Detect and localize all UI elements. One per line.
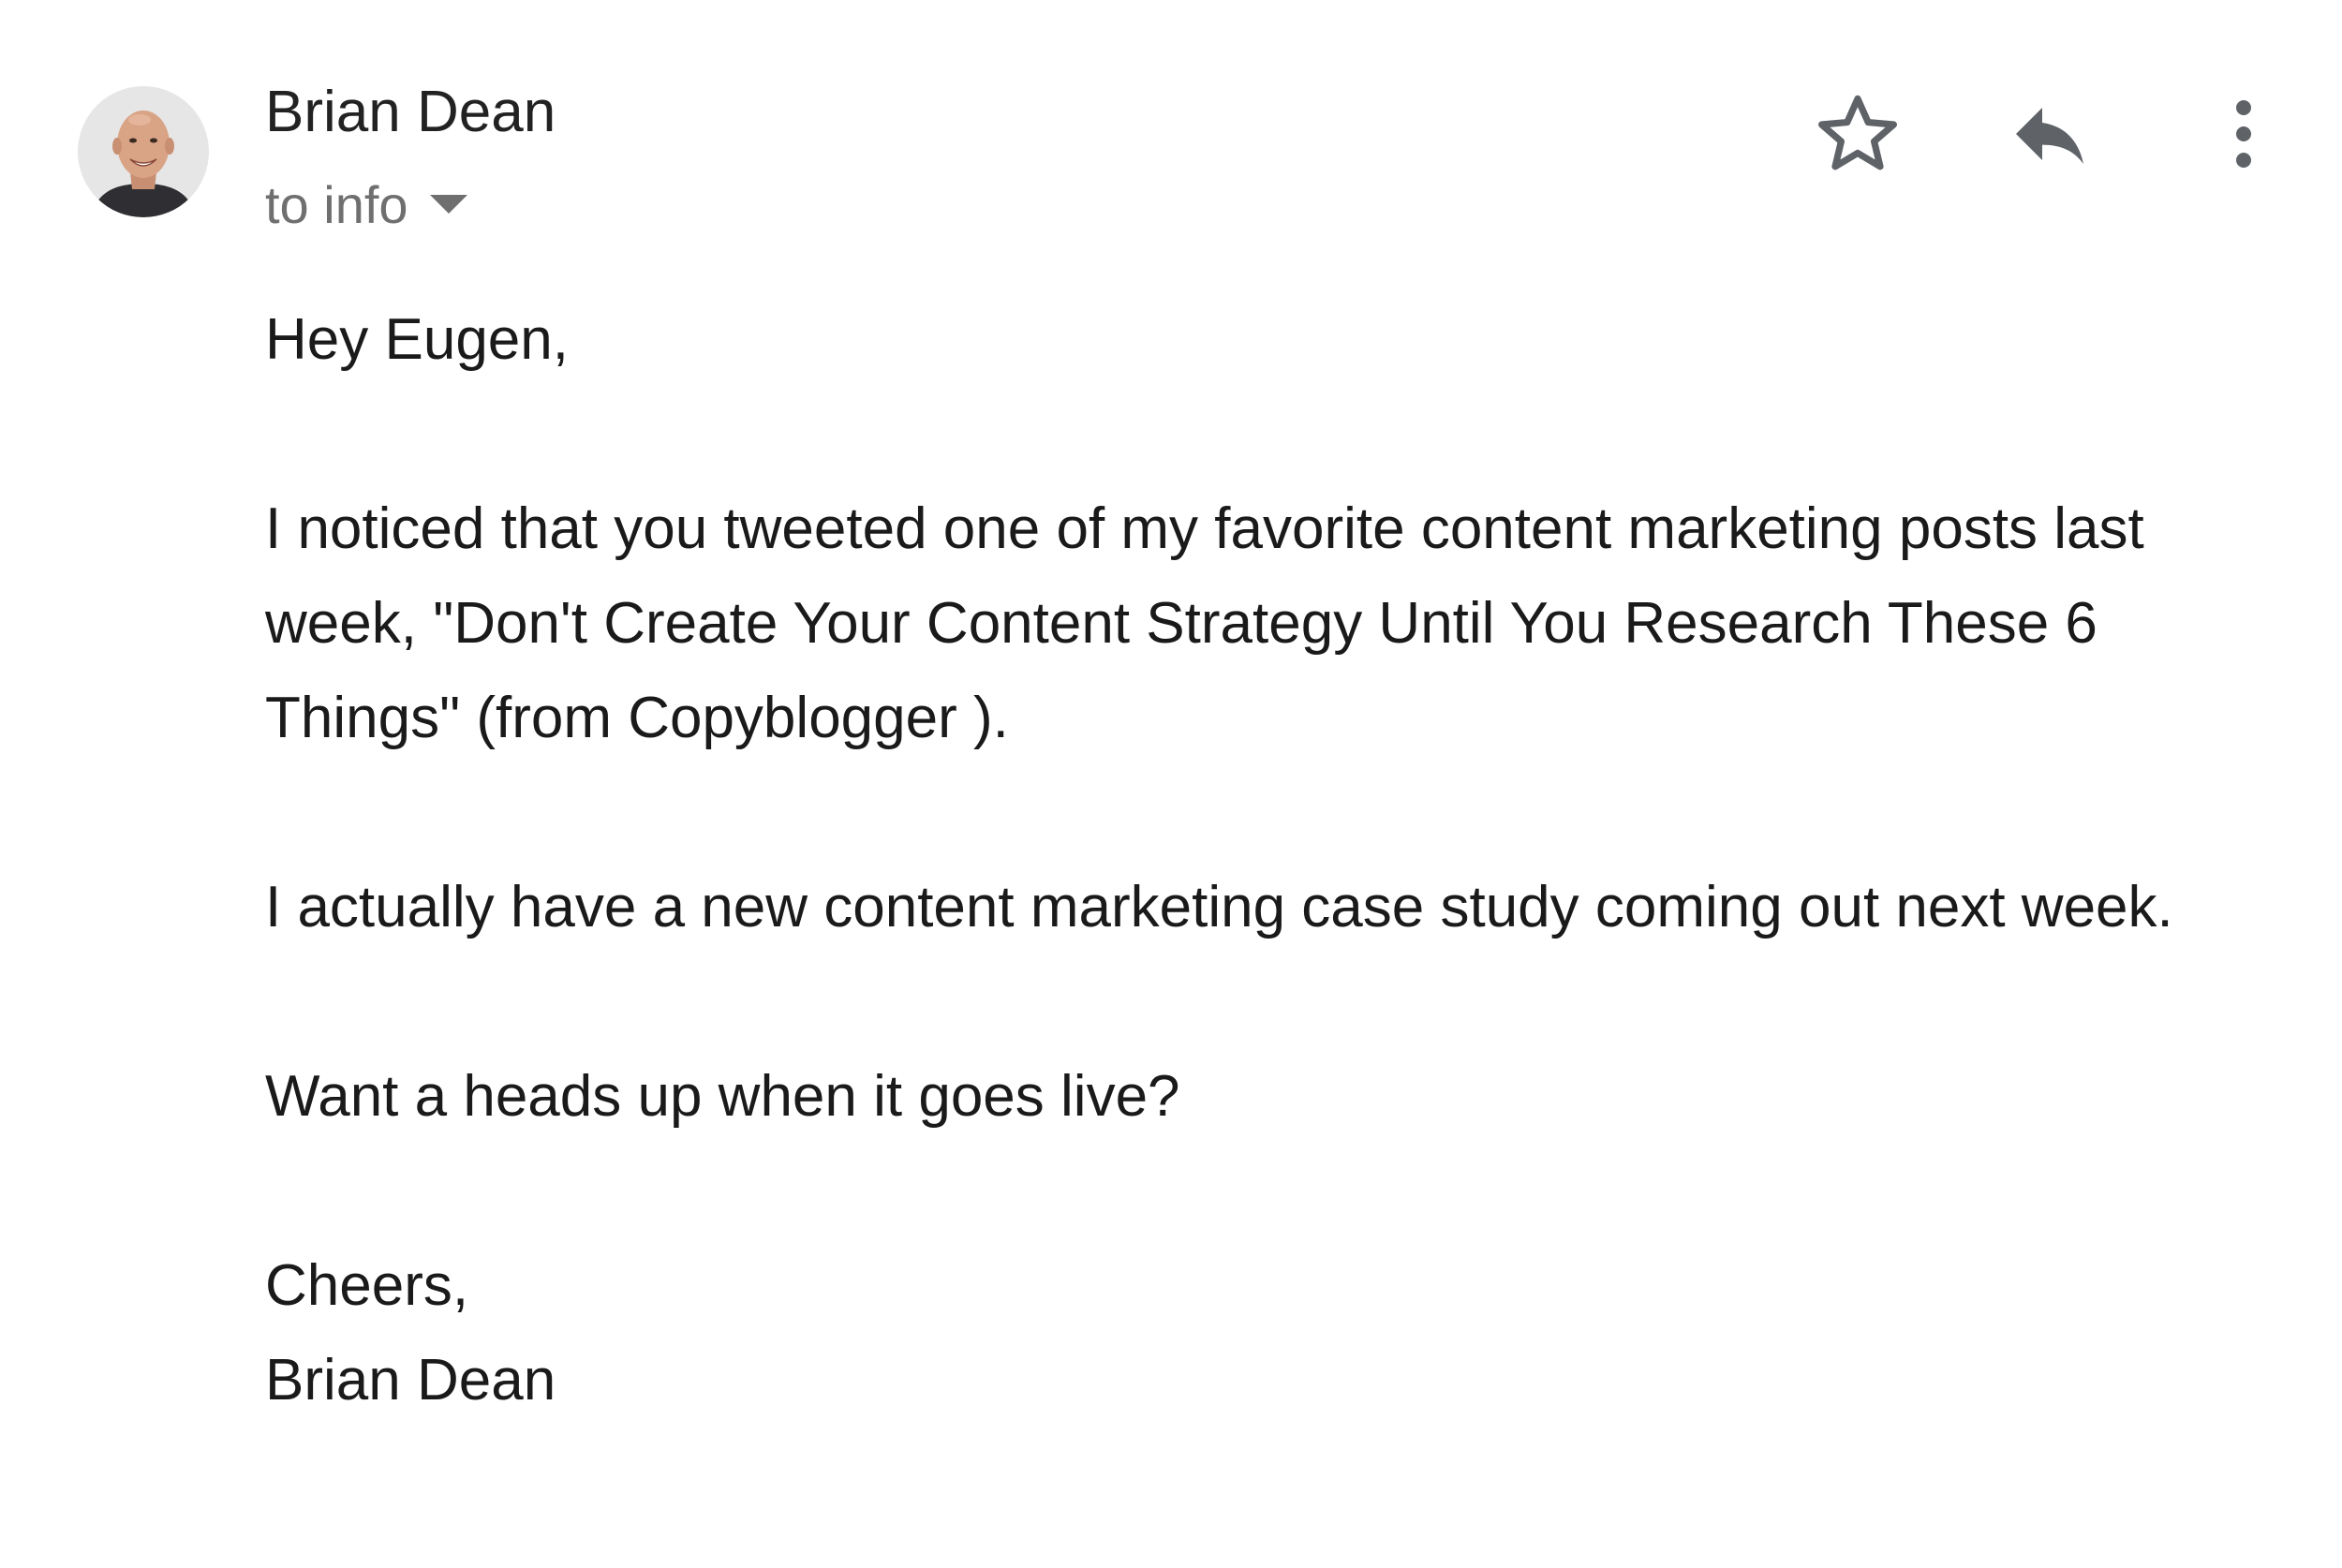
sender-avatar[interactable] xyxy=(78,86,209,217)
greeting: Hey Eugen, xyxy=(265,307,569,372)
recipient-details-toggle[interactable]: to info xyxy=(265,169,470,240)
recipient-label: to info xyxy=(265,174,408,234)
signature: Brian Dean xyxy=(265,1348,556,1413)
message-paragraph: I actually have a new content marketing … xyxy=(265,875,2173,939)
message-paragraph: I noticed that you tweeted one of my fav… xyxy=(265,496,2144,750)
star-outline-icon xyxy=(1818,95,1897,170)
reply-button[interactable] xyxy=(1998,82,2101,185)
reply-icon xyxy=(2016,108,2083,164)
caret-down-icon xyxy=(429,195,467,214)
signoff: Cheers, xyxy=(265,1253,469,1318)
more-options-button[interactable] xyxy=(2192,82,2295,185)
message-paragraph: Want a heads up when it goes live? xyxy=(265,1064,1180,1129)
sender-name[interactable]: Brian Dean xyxy=(265,75,556,150)
star-button[interactable] xyxy=(1806,82,1909,185)
message-body: Hey Eugen, I noticed that you tweeted on… xyxy=(265,292,2270,1427)
more-vert-icon xyxy=(2236,100,2251,168)
avatar-photo-icon xyxy=(78,86,209,217)
email-message: Brian Dean to info Hey Eugen, I noticed … xyxy=(0,0,2342,1568)
